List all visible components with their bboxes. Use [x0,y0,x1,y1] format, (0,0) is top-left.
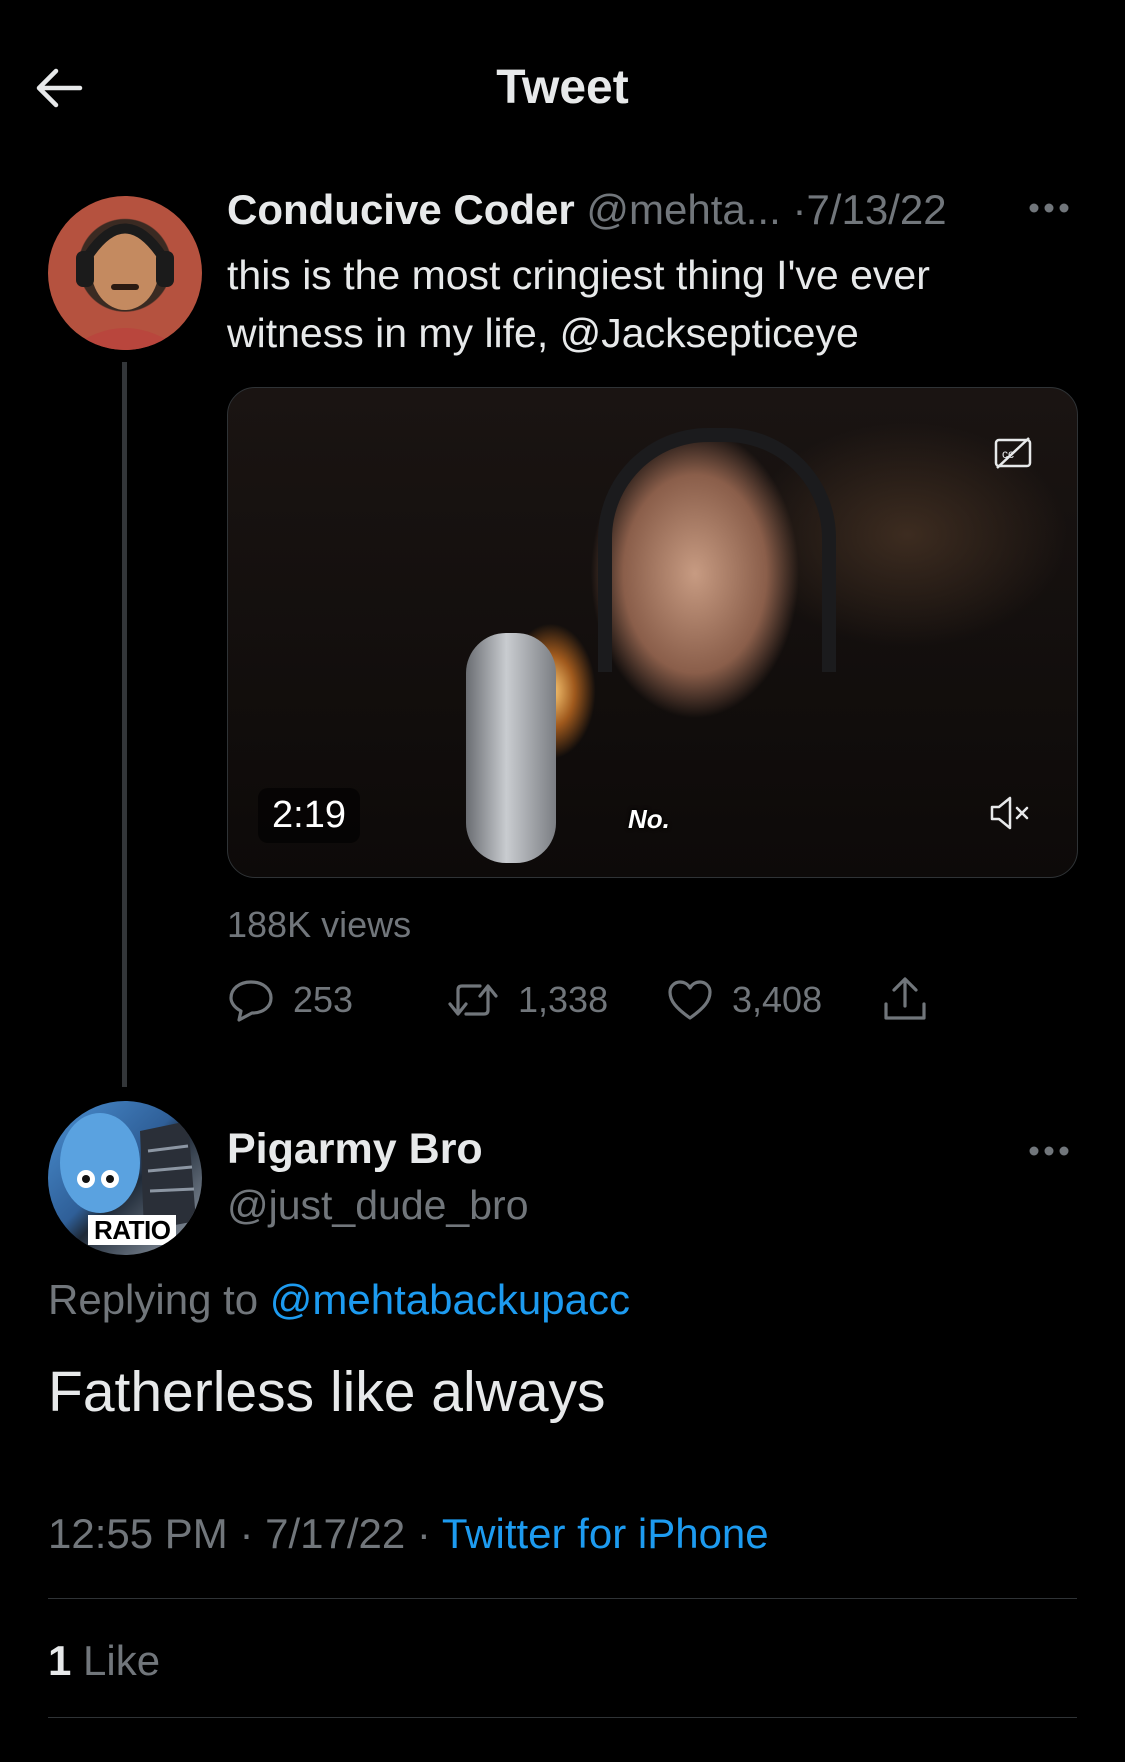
more-options-button[interactable] [1026,198,1072,218]
tweet-date: 7/17/22 [265,1510,406,1557]
author-name[interactable]: Pigarmy Bro [227,1125,483,1174]
tweet-date[interactable]: 7/13/22 [806,186,946,233]
likes-summary-count: 1 [48,1637,72,1684]
avatar-ratio-tag: RATIO [88,1215,177,1245]
tweet-text: Fatherless like always [48,1360,606,1424]
author-handle[interactable]: @just_dude_bro [227,1182,529,1229]
video-frame-detail [598,428,836,672]
video-frame-detail [466,633,556,863]
video-player[interactable]: cc 2:19 No. [227,387,1078,878]
like-button[interactable]: 3,408 [666,972,822,1028]
avatar[interactable] [48,196,202,350]
more-options-button[interactable] [1026,1141,1072,1161]
view-count: 188K views [227,904,412,945]
like-count: 3,408 [732,979,823,1020]
closed-caption-icon: cc [994,437,1032,469]
closed-caption-button[interactable]: cc [993,435,1033,471]
meta-separator: · [227,1510,266,1557]
author-handle[interactable]: @mehta... [586,186,780,233]
tweet-time: 12:55 PM [48,1510,228,1557]
tweet-header: Conducive Coder @mehta... ·7/13/22 [227,186,947,234]
tweet-text: this is the most cringiest thing I've ev… [227,252,930,356]
replying-to-link[interactable]: @mehtabackupacc [270,1276,630,1323]
reply-icon [229,980,273,1022]
replying-to: Replying to @mehtabackupacc [48,1276,630,1324]
reply-count: 253 [293,979,354,1020]
retweet-count: 1,338 [518,979,609,1020]
retweet-button[interactable]: 1,338 [446,972,608,1028]
divider [48,1717,1077,1718]
page-title: Tweet [496,61,629,114]
author-name[interactable]: Conducive Coder [227,186,575,233]
video-caption: No. [628,804,670,834]
share-button[interactable] [882,972,928,1028]
like-icon [668,980,712,1020]
retweet-icon [448,984,498,1016]
mute-button[interactable] [988,794,1032,832]
likes-summary-label: Like [71,1637,161,1684]
likes-summary[interactable]: 1 Like [48,1637,160,1685]
thread-connector [122,362,127,1087]
avatar-image [68,223,182,350]
tweet-source-link[interactable]: Twitter for iPhone [442,1510,769,1557]
share-icon [884,977,926,1020]
avatar[interactable]: RATIO [48,1101,202,1255]
reply-button[interactable]: 253 [227,972,353,1028]
more-icon [1029,203,1069,213]
mute-icon [990,796,1029,830]
replying-prefix: Replying to [48,1276,270,1323]
divider [48,1598,1077,1599]
more-icon [1029,1146,1069,1156]
meta-separator: · [405,1510,442,1557]
tweet-meta: 12:55 PM · 7/17/22 · Twitter for iPhone [48,1510,769,1558]
video-duration: 2:19 [258,788,360,843]
meta-separator: · [792,186,807,233]
